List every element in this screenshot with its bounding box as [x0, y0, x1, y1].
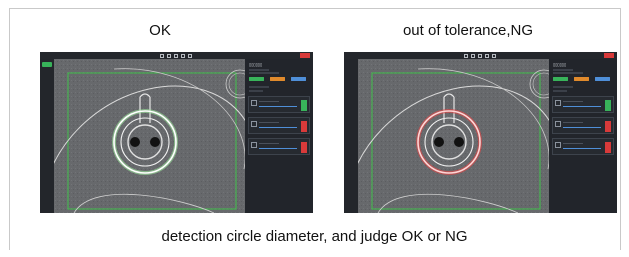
panel-button[interactable]: [595, 77, 610, 81]
slider[interactable]: [563, 148, 601, 150]
toolbar-icon[interactable]: [485, 53, 489, 58]
left-toolbar: [40, 59, 54, 213]
image-icon: [555, 100, 561, 106]
run-button[interactable]: [42, 62, 52, 67]
image-icon: [555, 142, 561, 148]
close-icon[interactable]: [604, 53, 614, 58]
parameter-card[interactable]: [552, 96, 614, 113]
slider[interactable]: [563, 106, 601, 108]
toolbar-icon[interactable]: [160, 53, 164, 58]
slider[interactable]: [563, 127, 601, 129]
left-toolbar: [344, 59, 358, 213]
caption: detection circle diameter, and judge OK …: [161, 228, 468, 245]
camera-view: [54, 59, 245, 213]
panel-button[interactable]: [574, 77, 589, 81]
toolbar-icon[interactable]: [181, 53, 185, 58]
slider[interactable]: [259, 127, 297, 129]
image-icon: [555, 121, 561, 127]
image-icon: [251, 121, 257, 127]
panel-button[interactable]: [249, 77, 264, 81]
image-icon: [251, 100, 257, 106]
parameter-card[interactable]: [248, 138, 310, 155]
ok-title: OK: [149, 22, 171, 39]
panel-button[interactable]: [291, 77, 306, 81]
panel-button[interactable]: [553, 77, 568, 81]
ng-title: out of tolerance,NG: [402, 22, 534, 39]
slider[interactable]: [259, 148, 297, 150]
toolbar-icon[interactable]: [471, 53, 475, 58]
toolbar-icon[interactable]: [478, 53, 482, 58]
panel-title: ▯▯▯▯▯▯: [553, 62, 567, 67]
ok-screenshot: ▯▯▯▯▯▯: [40, 52, 313, 213]
toolbar-icon[interactable]: [188, 53, 192, 58]
parameter-card[interactable]: [552, 117, 614, 134]
toolbar-icon[interactable]: [464, 53, 468, 58]
toolbar-icon[interactable]: [167, 53, 171, 58]
camera-view: [358, 59, 549, 213]
settings-panel: ▯▯▯▯▯▯: [245, 59, 313, 213]
image-icon: [251, 142, 257, 148]
parameter-card[interactable]: [248, 96, 310, 113]
panel-title: ▯▯▯▯▯▯: [249, 62, 263, 67]
panel-button[interactable]: [270, 77, 285, 81]
parameter-card[interactable]: [248, 117, 310, 134]
ng-screenshot: ▯▯▯▯▯▯: [344, 52, 617, 213]
toolbar-icon[interactable]: [174, 53, 178, 58]
settings-panel: ▯▯▯▯▯▯: [549, 59, 617, 213]
parameter-card[interactable]: [552, 138, 614, 155]
slider[interactable]: [259, 106, 297, 108]
toolbar-icon[interactable]: [492, 53, 496, 58]
close-icon[interactable]: [300, 53, 310, 58]
